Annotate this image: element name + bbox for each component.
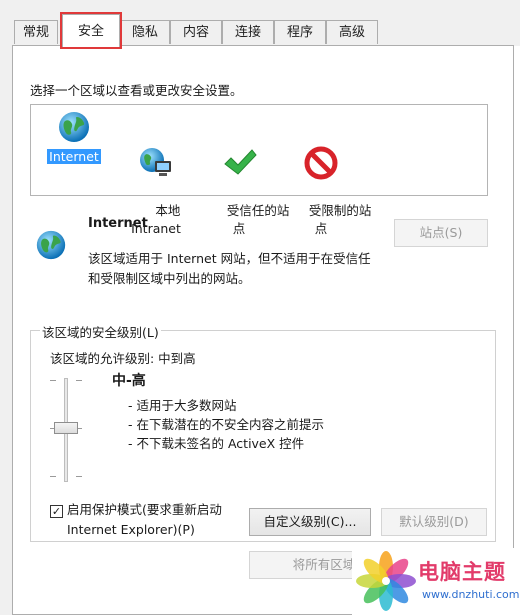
slider-tick <box>50 476 56 477</box>
globe-icon <box>36 230 66 260</box>
custom-level-button[interactable]: 自定义级别(C)... <box>249 508 371 536</box>
security-level-bullet: - 在下载潜在的不安全内容之前提示 <box>128 417 324 432</box>
security-level-description: - 适用于大多数网站 - 在下载潜在的不安全内容之前提示 - 不下载未签名的 A… <box>128 396 324 453</box>
zone-info-description-line: 和受限制区域中列出的网站。 <box>88 271 251 286</box>
default-level-button[interactable]: 默认级别(D) <box>381 508 487 536</box>
zone-info-description: 该区域适用于 Internet 网站，但不适用于在受信任 和受限制区域中列出的网… <box>88 249 388 289</box>
zone-restricted-sites-label: 受限制的站 点 <box>308 203 372 236</box>
security-level-bullet: - 不下载未签名的 ActiveX 控件 <box>128 436 305 451</box>
watermark-url: www.dnzhuti.com <box>422 588 520 601</box>
zone-info-title: Internet <box>88 216 148 231</box>
no-entry-icon <box>304 146 338 180</box>
protected-mode-checkbox[interactable]: ✓ <box>50 505 63 518</box>
local-intranet-icon <box>140 148 171 176</box>
zone-info-description-line: 该区域适用于 Internet 网站，但不适用于在受信任 <box>88 251 371 266</box>
allowed-levels-text: 该区域的允许级别: 中到高 <box>50 351 196 366</box>
globe-icon <box>59 112 89 142</box>
security-level-group-title: 该区域的安全级别(L) <box>40 322 161 341</box>
zone-trusted-sites-label: 受信任的站 点 <box>226 203 290 236</box>
zone-trusted-sites[interactable]: 受信任的站 点 <box>203 109 289 256</box>
watermark: 电脑主题 www.dnzhuti.com <box>352 548 520 615</box>
watermark-text: 电脑主题 <box>418 560 506 584</box>
zone-internet[interactable]: Internet <box>47 109 101 166</box>
protected-mode-label-line: 启用保护模式(要求重新启动 <box>67 502 222 517</box>
checkmark-icon <box>224 149 257 175</box>
slider-tick <box>50 380 56 381</box>
zone-list: Internet 本地 Intranet 受信任的站 点 受限制的站 点 <box>30 104 488 236</box>
protected-mode-label: 启用保护模式(要求重新启动 Internet Explorer)(P) <box>67 500 222 540</box>
flower-logo-icon <box>356 551 416 611</box>
security-level-slider-thumb[interactable] <box>54 422 78 434</box>
zone-internet-label: Internet <box>47 149 101 164</box>
sites-button[interactable]: 站点(S) <box>394 219 488 247</box>
zone-prompt: 选择一个区域以查看或更改安全设置。 <box>30 83 243 98</box>
slider-tick <box>76 380 82 381</box>
security-level-name: 中-高 <box>112 373 146 389</box>
protected-mode-label-line: Internet Explorer)(P) <box>67 522 195 537</box>
security-level-bullet: - 适用于大多数网站 <box>128 398 237 413</box>
zone-restricted-sites[interactable]: 受限制的站 点 <box>285 109 371 256</box>
slider-tick <box>76 476 82 477</box>
zone-local-intranet[interactable]: 本地 Intranet <box>123 109 189 256</box>
